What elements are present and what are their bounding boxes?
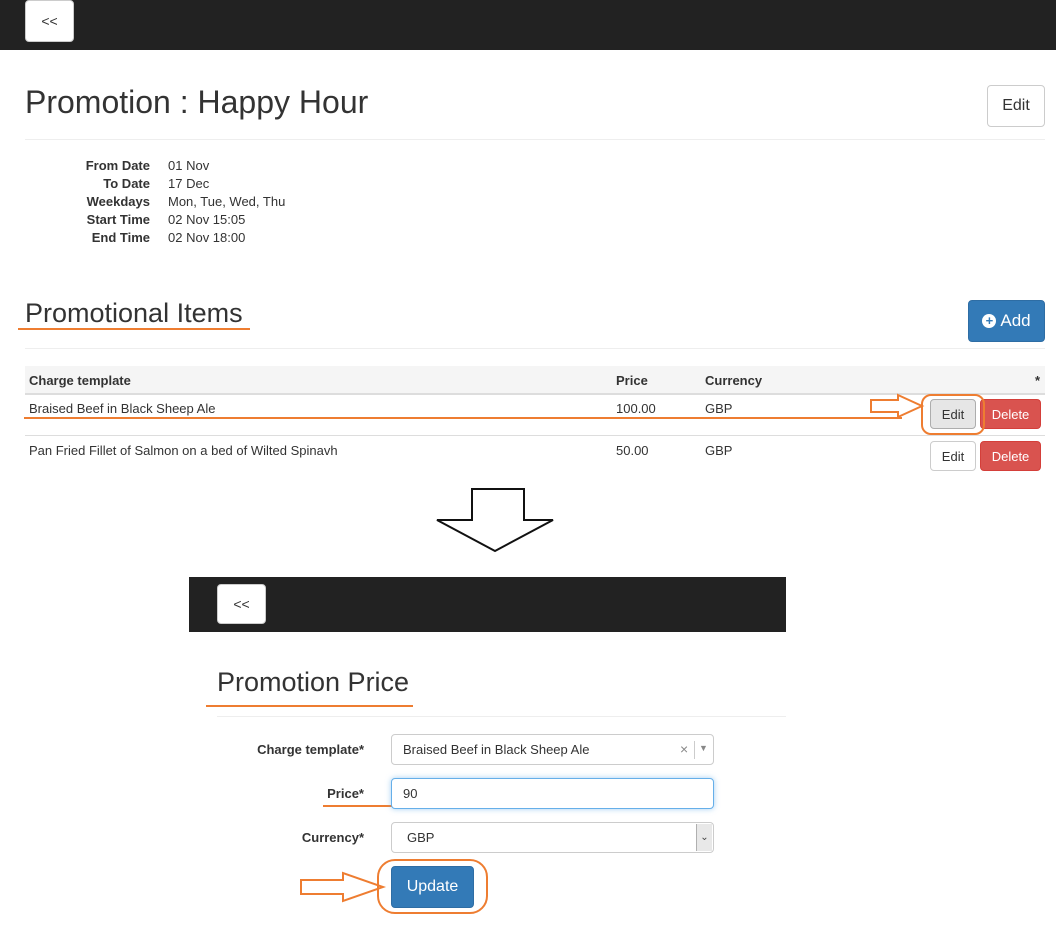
add-item-button[interactable]: + Add xyxy=(968,300,1045,342)
column-header-charge-template: Charge template xyxy=(29,373,131,388)
detail-value: 02 Nov 15:05 xyxy=(168,212,246,227)
price-label: Price* xyxy=(327,786,364,801)
chevron-down-icon[interactable]: ▼ xyxy=(699,743,708,753)
down-arrow-icon xyxy=(436,488,554,553)
price-input[interactable] xyxy=(391,778,714,809)
detail-value: 01 Nov xyxy=(168,158,210,173)
section-divider xyxy=(25,348,1045,349)
cell-price: 100.00 xyxy=(616,401,656,416)
annotation-underline xyxy=(206,705,413,707)
cell-currency: GBP xyxy=(705,443,733,458)
title-divider xyxy=(25,139,1045,140)
row-delete-button[interactable]: Delete xyxy=(980,441,1041,471)
cell-charge-template: Braised Beef in Black Sheep Ale xyxy=(29,401,216,416)
table-header: Charge template Price Currency * xyxy=(25,366,1045,395)
edit-form-title: Promotion Price xyxy=(217,667,410,697)
detail-label: End Time xyxy=(91,230,150,245)
section-title: Promotional Items xyxy=(25,298,243,328)
charge-template-select[interactable]: Braised Beef in Black Sheep Ale × ▼ xyxy=(391,734,714,765)
cell-currency: GBP xyxy=(705,401,733,416)
cell-charge-template: Pan Fried Fillet of Salmon on a bed of W… xyxy=(29,443,338,458)
table-row: Braised Beef in Black Sheep Ale 100.00 G… xyxy=(25,395,1045,435)
annotation-underline xyxy=(24,417,902,419)
row-delete-button[interactable]: Delete xyxy=(980,399,1041,429)
detail-from-date: From Date 01 Nov xyxy=(25,157,285,175)
add-label: Add xyxy=(1000,311,1031,330)
charge-template-label: Charge template* xyxy=(257,742,364,757)
top-navbar xyxy=(0,0,1056,50)
currency-label: Currency* xyxy=(301,830,364,845)
page-title: Promotion : Happy Hour xyxy=(25,84,369,120)
annotation-underline xyxy=(18,328,250,330)
column-header-currency: Currency xyxy=(705,373,763,388)
detail-label: To Date xyxy=(103,176,150,191)
cell-price: 50.00 xyxy=(616,443,649,458)
selected-currency: GBP xyxy=(407,830,435,845)
back-button[interactable]: << xyxy=(25,0,74,42)
selected-charge-template: Braised Beef in Black Sheep Ale xyxy=(403,742,590,757)
edit-form-navbar xyxy=(189,577,786,632)
edit-form-back-button[interactable]: << xyxy=(217,584,266,624)
detail-label: Weekdays xyxy=(86,194,150,209)
plus-circle-icon: + xyxy=(982,314,997,328)
form-divider xyxy=(217,716,786,717)
annotation-highlight xyxy=(921,394,985,435)
currency-select[interactable]: GBP ⌄ xyxy=(391,822,714,853)
detail-start-time: Start Time 02 Nov 15:05 xyxy=(25,211,285,229)
clear-icon[interactable]: × xyxy=(680,741,688,757)
detail-end-time: End Time 02 Nov 18:00 xyxy=(25,229,285,247)
promotion-details: From Date 01 Nov To Date 17 Dec Weekdays… xyxy=(25,157,286,247)
edit-promotion-button[interactable]: Edit xyxy=(987,85,1045,127)
column-header-actions: * xyxy=(1035,373,1041,388)
detail-value: 17 Dec xyxy=(168,176,210,191)
right-arrow-icon xyxy=(300,871,387,903)
detail-value: 02 Nov 18:00 xyxy=(168,230,246,245)
select-separator xyxy=(694,741,695,759)
column-header-price: Price xyxy=(616,373,648,388)
chevron-down-icon[interactable]: ⌄ xyxy=(696,824,712,851)
detail-weekdays: Weekdays Mon, Tue, Wed, Thu xyxy=(25,193,286,211)
table-row: Pan Fried Fillet of Salmon on a bed of W… xyxy=(25,435,1045,475)
annotation-highlight xyxy=(377,859,488,914)
detail-to-date: To Date 17 Dec xyxy=(25,175,285,193)
detail-label: From Date xyxy=(85,158,150,173)
detail-label: Start Time xyxy=(86,212,150,227)
detail-value: Mon, Tue, Wed, Thu xyxy=(168,194,286,209)
row-edit-button[interactable]: Edit xyxy=(930,441,976,471)
